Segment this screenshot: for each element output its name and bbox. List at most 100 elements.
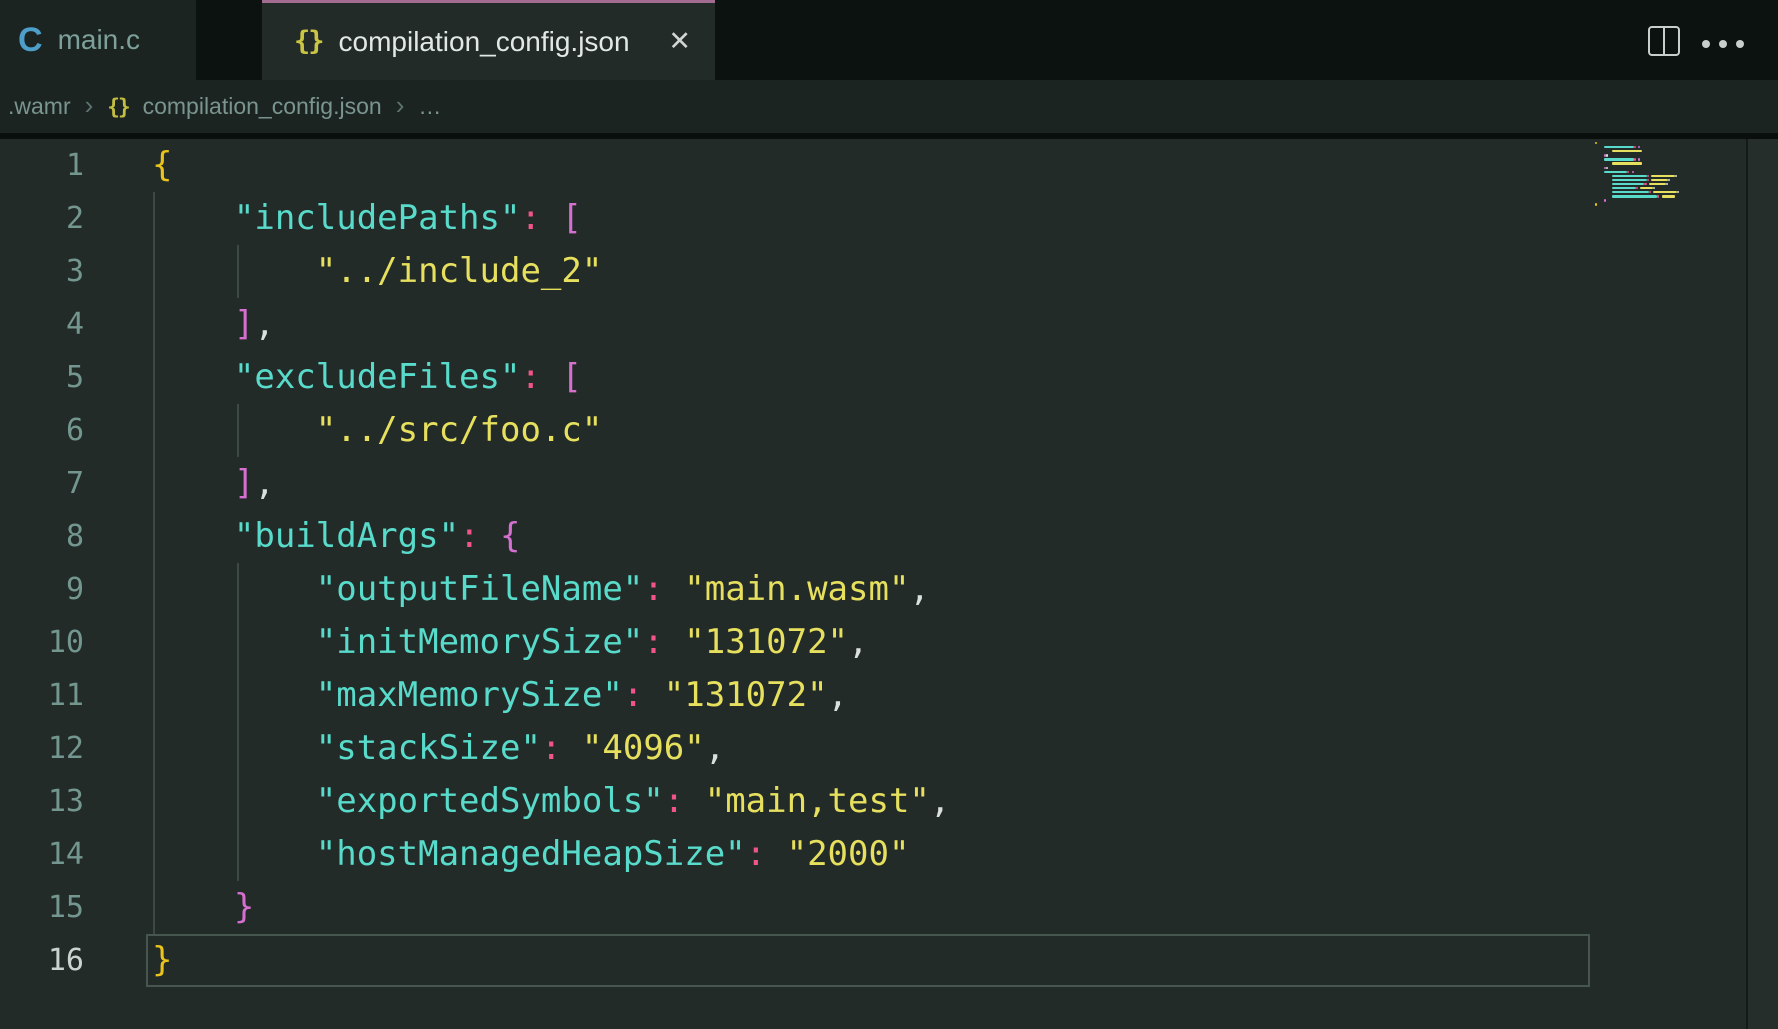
breadcrumb-file[interactable]: compilation_config.json [143,93,382,120]
minimap-token [1668,179,1670,181]
code-token: , [254,304,274,344]
minimap-token [1675,175,1677,177]
line-number[interactable]: 14 [0,828,84,881]
minimap-token [1657,195,1659,197]
code-line[interactable]: 5 "excludeFiles": [ [0,351,1778,404]
line-number[interactable]: 16 [0,934,84,987]
code-token: : [643,622,663,662]
code-token: "main,test" [705,781,930,821]
code-token [152,410,316,450]
json-file-icon: {} [294,28,323,55]
minimap[interactable] [1595,141,1743,209]
more-actions-icon[interactable] [1702,40,1744,48]
line-number[interactable]: 11 [0,669,84,722]
code-token [152,463,234,503]
code-token [152,834,316,874]
code-token [152,569,316,609]
code-token: "buildArgs" [234,516,459,556]
code-line[interactable]: 12 "stackSize": "4096", [0,722,1778,775]
minimap-token [1644,183,1646,185]
minimap-token [1634,146,1636,148]
line-number[interactable]: 10 [0,616,84,669]
minimap-token [1604,158,1634,160]
code-text: } [152,934,172,987]
line-number[interactable]: 8 [0,510,84,563]
code-line[interactable]: 11 "maxMemorySize": "131072", [0,669,1778,722]
line-number[interactable]: 3 [0,245,84,298]
code-line[interactable]: 14 "hostManagedHeapSize": "2000" [0,828,1778,881]
code-token: "131072" [684,622,848,662]
minimap-token [1612,150,1642,152]
code-text: } [152,881,254,934]
minimap-token [1677,191,1679,193]
line-number[interactable]: 15 [0,881,84,934]
minimap-token [1612,179,1646,181]
minimap-token [1651,179,1668,181]
minimap-line [1595,202,1743,206]
scrollbar-track[interactable] [1748,139,1778,1029]
code-token: "stackSize" [316,728,541,768]
code-token [152,887,234,927]
line-number[interactable]: 9 [0,563,84,616]
code-text: "../include_2" [152,245,602,298]
code-text: { [152,139,172,192]
code-token [152,675,316,715]
code-token: , [848,622,868,662]
code-line[interactable]: 2 "includePaths": [ [0,192,1778,245]
line-number[interactable]: 6 [0,404,84,457]
tab-main-c[interactable]: C main.c [0,0,196,80]
minimap-token [1612,195,1657,197]
code-token: , [930,781,950,821]
line-number[interactable]: 13 [0,775,84,828]
line-number[interactable]: 12 [0,722,84,775]
code-token [664,622,684,662]
minimap-token [1647,179,1649,181]
code-line[interactable]: 15 } [0,881,1778,934]
code-line[interactable]: 3 "../include_2" [0,245,1778,298]
close-tab-icon[interactable]: ✕ [668,28,691,55]
code-line[interactable]: 1{ [0,139,1778,192]
minimap-token [1595,142,1597,144]
code-token: : [664,781,684,821]
line-number[interactable]: 5 [0,351,84,404]
minimap-token [1636,187,1638,189]
code-token [152,304,234,344]
vscode-editor-window: C main.c {} compilation_config.json ✕ .w… [0,0,1778,1029]
code-token [152,781,316,821]
line-number[interactable]: 7 [0,457,84,510]
minimap-token [1640,187,1653,189]
tab-compilation-config-json[interactable]: {} compilation_config.json ✕ [262,0,715,80]
code-line[interactable]: 10 "initMemorySize": "131072", [0,616,1778,669]
minimap-token [1627,171,1629,173]
code-line[interactable]: 9 "outputFileName": "main.wasm", [0,563,1778,616]
code-line[interactable]: 16} [0,934,1778,987]
breadcrumb-folder[interactable]: .wamr [8,93,71,120]
code-line[interactable]: 8 "buildArgs": { [0,510,1778,563]
minimap-token [1662,195,1675,197]
code-token [152,728,316,768]
breadcrumb-symbol[interactable]: … [418,93,441,120]
code-text: "initMemorySize": "131072", [152,616,869,669]
line-number[interactable]: 1 [0,139,84,192]
minimap-token [1606,154,1608,156]
line-number[interactable]: 2 [0,192,84,245]
code-token: : [623,675,643,715]
code-token: { [500,516,520,556]
code-line[interactable]: 7 ], [0,457,1778,510]
code-editor[interactable]: 1{2 "includePaths": [3 "../include_2"4 ]… [0,139,1778,1029]
code-text: "exportedSymbols": "main,test", [152,775,950,828]
split-editor-icon[interactable] [1648,26,1680,56]
code-token [541,198,561,238]
code-text: "buildArgs": { [152,510,521,563]
line-number[interactable]: 4 [0,298,84,351]
code-line[interactable]: 6 "../src/foo.c" [0,404,1778,457]
code-token [152,198,234,238]
minimap-token [1595,203,1597,205]
minimap-token [1632,171,1634,173]
code-text: "excludeFiles": [ [152,351,582,404]
code-token [684,781,704,821]
dot [1702,40,1710,48]
code-line[interactable]: 4 ], [0,298,1778,351]
dot [1719,40,1727,48]
code-line[interactable]: 13 "exportedSymbols": "main,test", [0,775,1778,828]
